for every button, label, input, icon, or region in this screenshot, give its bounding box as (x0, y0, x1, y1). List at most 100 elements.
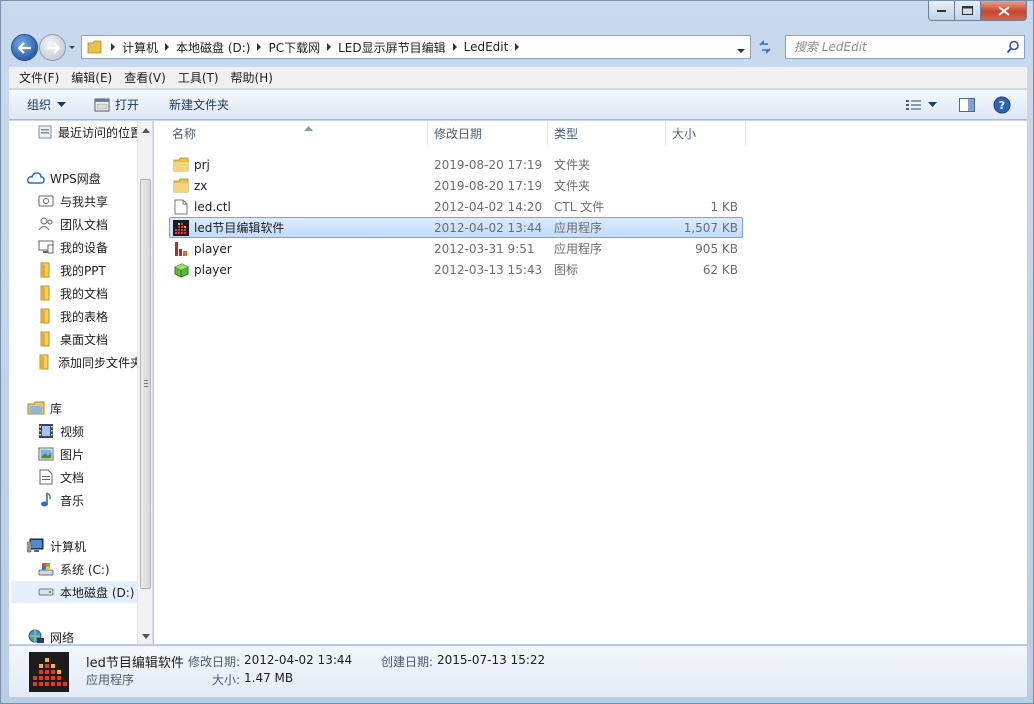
nav-network[interactable]: 网络 (27, 626, 152, 645)
nav-wps-drive[interactable]: WPS网盘 (27, 167, 152, 189)
breadcrumb-separator[interactable] (252, 36, 266, 58)
file-row[interactable]: player 2012-03-31 9:51 应用程序 905 KB (169, 238, 743, 259)
maximize-button[interactable] (955, 1, 981, 21)
nav-scrollbar[interactable] (137, 121, 152, 644)
nav-my-sheets[interactable]: 我的表格 (37, 305, 152, 327)
help-button[interactable]: ? (987, 93, 1017, 117)
file-name-cell: zx (172, 177, 207, 195)
nav-wps-label: WPS网盘 (50, 171, 101, 186)
search-input[interactable] (786, 36, 1002, 58)
nav-documents[interactable]: 文档 (37, 466, 152, 488)
chevron-down-icon (57, 101, 67, 108)
preview-pane-icon (959, 98, 975, 112)
command-bar: 组织 打开 新建文件夹 ? (9, 90, 1027, 120)
organize-button[interactable]: 组织 (19, 93, 74, 117)
nav-desktop-docs[interactable]: 桌面文档 (37, 328, 152, 350)
breadcrumb-led-editor[interactable]: LED显示屏节目编辑 (336, 36, 448, 58)
window-controls (928, 1, 1027, 21)
address-bar[interactable]: 计算机 本地磁盘 (D:) PC下载网 LED显示屏节目编辑 LedEdit (81, 35, 751, 59)
file-row[interactable]: led.ctl 2012-04-02 14:20 CTL 文件 1 KB (169, 196, 743, 217)
file-name: player (194, 241, 232, 256)
details-file-name: led节目编辑软件 (86, 656, 184, 671)
column-header-size[interactable]: 大小 (666, 121, 746, 145)
file-name-cell: player (172, 261, 232, 279)
preview-pane-button[interactable] (953, 93, 981, 117)
file-type: 文件夹 (554, 179, 591, 193)
menu-view[interactable]: 查看(V) (118, 67, 172, 88)
open-button[interactable]: 打开 (86, 93, 147, 117)
nav-drive-c[interactable]: 系统 (C:) (37, 558, 152, 580)
explorer-window: 计算机 本地磁盘 (D:) PC下载网 LED显示屏节目编辑 LedEdit 搜… (0, 0, 1034, 704)
file-date: 2012-03-31 9:51 (434, 241, 535, 256)
file-name: led.ctl (194, 199, 231, 214)
library-icon (27, 399, 45, 417)
breadcrumb-drive-d[interactable]: 本地磁盘 (D:) (174, 36, 252, 58)
nav-my-ppt[interactable]: 我的PPT (37, 259, 152, 281)
player-ico-icon (172, 261, 190, 279)
nav-libraries-label: 库 (50, 401, 63, 416)
breadcrumb-separator[interactable] (510, 36, 524, 58)
cloud-icon (27, 169, 45, 187)
nav-libraries[interactable]: 库 (27, 397, 152, 419)
recent-pages-button[interactable] (67, 42, 77, 52)
minimize-button[interactable] (928, 1, 955, 21)
nav-videos[interactable]: 视频 (37, 420, 152, 442)
breadcrumb-separator[interactable] (322, 36, 336, 58)
forward-button[interactable] (39, 34, 66, 61)
breadcrumb-ledit[interactable]: LedEdit (462, 36, 511, 58)
picture-icon (37, 445, 55, 463)
nav-drive-d[interactable]: 本地磁盘 (D:) (11, 581, 137, 603)
scroll-up-icon[interactable] (141, 125, 151, 135)
file-row[interactable]: prj 2019-08-20 17:19 文件夹 (169, 154, 743, 175)
file-row-selected[interactable]: led节目编辑软件 2012-04-02 13:44 应用程序 1,507 KB (169, 217, 743, 238)
open-label: 打开 (115, 98, 140, 112)
nav-recent-places[interactable]: 最近访问的位置 (37, 121, 142, 143)
file-type: CTL 文件 (554, 200, 605, 214)
device-icon (37, 238, 55, 256)
nav-scrollbar-thumb[interactable] (140, 179, 151, 589)
nav-pictures[interactable]: 图片 (37, 443, 152, 465)
menu-file[interactable]: 文件(F) (13, 67, 65, 88)
nav-music[interactable]: 音乐 (37, 489, 152, 511)
file-row[interactable]: player 2012-03-13 15:43 图标 62 KB (169, 259, 743, 280)
music-icon (37, 491, 55, 509)
nav-add-sync-folder[interactable]: 添加同步文件夹 (37, 351, 137, 373)
breadcrumb-separator[interactable] (106, 36, 120, 58)
new-folder-button[interactable]: 新建文件夹 (161, 93, 237, 117)
menu-edit[interactable]: 编辑(E) (65, 67, 118, 88)
column-name-label: 名称 (172, 126, 197, 141)
breadcrumb-pc-download[interactable]: PC下载网 (266, 36, 322, 58)
column-header-name[interactable]: 名称 (166, 121, 428, 145)
column-header-date[interactable]: 修改日期 (428, 121, 548, 145)
nav-drive-c-label: 系统 (C:) (60, 562, 110, 577)
nav-pictures-label: 图片 (60, 447, 85, 462)
nav-desktop-label: 桌面文档 (60, 332, 109, 347)
breadcrumb-computer[interactable]: 计算机 (120, 36, 160, 58)
computer-icon (27, 537, 45, 555)
close-button[interactable] (981, 1, 1027, 21)
file-row[interactable]: zx 2019-08-20 17:19 文件夹 (169, 175, 743, 196)
recent-places-icon (37, 123, 53, 141)
refresh-button[interactable] (753, 35, 777, 59)
nav-my-devices[interactable]: 我的设备 (37, 236, 152, 258)
menu-tools[interactable]: 工具(T) (172, 67, 225, 88)
nav-add-sync-label: 添加同步文件夹 (58, 355, 137, 370)
search-icon[interactable] (1002, 40, 1024, 54)
scroll-down-icon[interactable] (141, 631, 151, 641)
menu-help[interactable]: 帮助(H) (225, 67, 279, 88)
nav-team-docs[interactable]: 团队文档 (37, 213, 152, 235)
change-view-button[interactable] (900, 93, 943, 117)
column-header-type[interactable]: 类型 (548, 121, 666, 145)
refresh-icon (759, 40, 771, 54)
address-dropdown-button[interactable] (736, 44, 746, 58)
nav-computer[interactable]: 计算机 (27, 535, 152, 557)
nav-my-docs[interactable]: 我的文档 (37, 282, 152, 304)
breadcrumb-separator[interactable] (448, 36, 462, 58)
file-name-cell: led.ctl (172, 198, 231, 216)
breadcrumb-separator[interactable] (160, 36, 174, 58)
file-date: 2012-03-13 15:43 (434, 262, 543, 277)
nav-shared-with-me[interactable]: 与我共享 (37, 190, 152, 212)
nav-network-label: 网络 (50, 630, 75, 645)
back-button[interactable] (11, 34, 38, 61)
search-box[interactable] (785, 35, 1025, 59)
